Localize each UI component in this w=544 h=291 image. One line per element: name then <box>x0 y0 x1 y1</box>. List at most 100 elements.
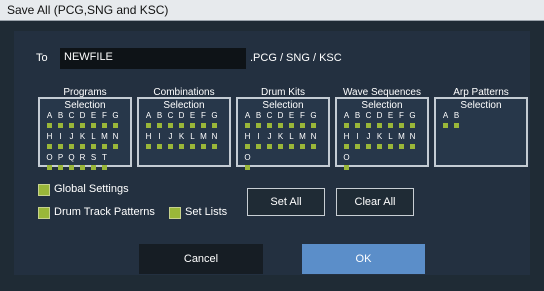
bank-h-toggle[interactable]: H <box>242 132 253 151</box>
bank-k-toggle[interactable]: K <box>374 132 385 151</box>
bank-s-toggle[interactable]: S <box>88 153 99 172</box>
bank-i-toggle[interactable]: I <box>55 132 66 151</box>
bank-c-toggle[interactable]: C <box>363 111 374 130</box>
bank-g-toggle[interactable]: G <box>209 111 220 130</box>
bank-b-toggle[interactable]: B <box>154 111 165 130</box>
bank-selected-indicator <box>102 165 107 170</box>
bank-l-toggle[interactable]: L <box>286 132 297 151</box>
bank-selected-indicator <box>113 123 118 128</box>
bank-k-toggle[interactable]: K <box>77 132 88 151</box>
bank-selected-indicator <box>410 123 415 128</box>
bank-selected-indicator <box>190 144 195 149</box>
bank-j-toggle[interactable]: J <box>165 132 176 151</box>
bank-letter: A <box>145 111 152 120</box>
bank-selected-indicator <box>311 144 316 149</box>
bank-letter: K <box>376 132 383 141</box>
bank-c-toggle[interactable]: C <box>264 111 275 130</box>
bank-n-toggle[interactable]: N <box>407 132 418 151</box>
bank-g-toggle[interactable]: G <box>407 111 418 130</box>
wave-sequences-selection-box[interactable]: Selection ABCDEFG HIJKLMN O <box>335 97 429 170</box>
bank-n-toggle[interactable]: N <box>308 132 319 151</box>
bank-a-toggle[interactable]: A <box>341 111 352 130</box>
bank-n-toggle[interactable]: N <box>110 132 121 151</box>
bank-l-toggle[interactable]: L <box>385 132 396 151</box>
bank-h-toggle[interactable]: H <box>341 132 352 151</box>
cancel-button[interactable]: Cancel <box>139 244 263 274</box>
bank-o-toggle[interactable]: O <box>341 153 352 172</box>
drum-track-patterns-checkbox[interactable] <box>38 207 50 219</box>
bank-f-toggle[interactable]: F <box>99 111 110 130</box>
bank-d-toggle[interactable]: D <box>176 111 187 130</box>
bank-a-toggle[interactable]: A <box>440 111 451 130</box>
bank-d-toggle[interactable]: D <box>275 111 286 130</box>
bank-p-toggle[interactable]: P <box>55 153 66 172</box>
bank-l-toggle[interactable]: L <box>88 132 99 151</box>
bank-b-toggle[interactable]: B <box>253 111 264 130</box>
bank-d-toggle[interactable]: D <box>374 111 385 130</box>
bank-selected-indicator <box>58 165 63 170</box>
bank-l-toggle[interactable]: L <box>187 132 198 151</box>
bank-j-toggle[interactable]: J <box>363 132 374 151</box>
bank-b-toggle[interactable]: B <box>55 111 66 130</box>
bank-selected-indicator <box>267 123 272 128</box>
bank-m-toggle[interactable]: M <box>99 132 110 151</box>
global-settings-checkbox[interactable] <box>38 184 50 196</box>
bank-i-toggle[interactable]: I <box>352 132 363 151</box>
bank-j-toggle[interactable]: J <box>66 132 77 151</box>
bank-letter: C <box>365 111 372 120</box>
bank-k-toggle[interactable]: K <box>275 132 286 151</box>
bank-letter: J <box>267 132 272 141</box>
bank-letter: L <box>91 132 96 141</box>
combinations-selection-box[interactable]: Selection ABCDEFG HIJKLMN <box>137 97 231 167</box>
bank-e-toggle[interactable]: E <box>286 111 297 130</box>
bank-n-toggle[interactable]: N <box>209 132 220 151</box>
bank-row: O <box>341 153 418 172</box>
bank-m-toggle[interactable]: M <box>198 132 209 151</box>
bank-g-toggle[interactable]: G <box>308 111 319 130</box>
bank-c-toggle[interactable]: C <box>66 111 77 130</box>
bank-f-toggle[interactable]: F <box>396 111 407 130</box>
bank-j-toggle[interactable]: J <box>264 132 275 151</box>
bank-o-toggle[interactable]: O <box>44 153 55 172</box>
bank-a-toggle[interactable]: A <box>143 111 154 130</box>
bank-letter: S <box>90 153 97 162</box>
bank-r-toggle[interactable]: R <box>77 153 88 172</box>
ok-button[interactable]: OK <box>302 244 425 274</box>
bank-selected-indicator <box>355 144 360 149</box>
bank-a-toggle[interactable]: A <box>44 111 55 130</box>
bank-g-toggle[interactable]: G <box>110 111 121 130</box>
bank-e-toggle[interactable]: E <box>88 111 99 130</box>
programs-selection-box[interactable]: Selection ABCDEFG HIJKLMN OPQRST <box>38 97 132 170</box>
set-lists-checkbox[interactable] <box>169 207 181 219</box>
extension-label: .PCG / SNG / KSC <box>250 52 342 64</box>
bank-b-toggle[interactable]: B <box>451 111 462 130</box>
bank-m-toggle[interactable]: M <box>396 132 407 151</box>
bank-o-toggle[interactable]: O <box>242 153 253 172</box>
bank-m-toggle[interactable]: M <box>297 132 308 151</box>
bank-i-toggle[interactable]: I <box>154 132 165 151</box>
bank-d-toggle[interactable]: D <box>77 111 88 130</box>
bank-k-toggle[interactable]: K <box>176 132 187 151</box>
bank-a-toggle[interactable]: A <box>242 111 253 130</box>
bank-e-toggle[interactable]: E <box>187 111 198 130</box>
set-all-button[interactable]: Set All <box>247 188 325 216</box>
filename-field[interactable]: NEWFILE <box>60 48 246 69</box>
bank-selected-indicator <box>289 144 294 149</box>
bank-h-toggle[interactable]: H <box>44 132 55 151</box>
bank-b-toggle[interactable]: B <box>352 111 363 130</box>
bank-grid: ABCDEFG HIJKLMN <box>143 111 220 153</box>
drum-kits-selection-box[interactable]: Selection ABCDEFG HIJKLMN O <box>236 97 330 170</box>
bank-e-toggle[interactable]: E <box>385 111 396 130</box>
clear-all-button[interactable]: Clear All <box>336 188 414 216</box>
bank-f-toggle[interactable]: F <box>198 111 209 130</box>
bank-c-toggle[interactable]: C <box>165 111 176 130</box>
dialog-title-bar: Save All (PCG,SNG and KSC) <box>0 0 544 21</box>
bank-i-toggle[interactable]: I <box>253 132 264 151</box>
bank-letter: D <box>178 111 185 120</box>
bank-q-toggle[interactable]: Q <box>66 153 77 172</box>
bank-selected-indicator <box>410 144 415 149</box>
bank-h-toggle[interactable]: H <box>143 132 154 151</box>
arp-patterns-selection-box[interactable]: Selection AB <box>434 97 528 167</box>
bank-t-toggle[interactable]: T <box>99 153 110 172</box>
bank-f-toggle[interactable]: F <box>297 111 308 130</box>
